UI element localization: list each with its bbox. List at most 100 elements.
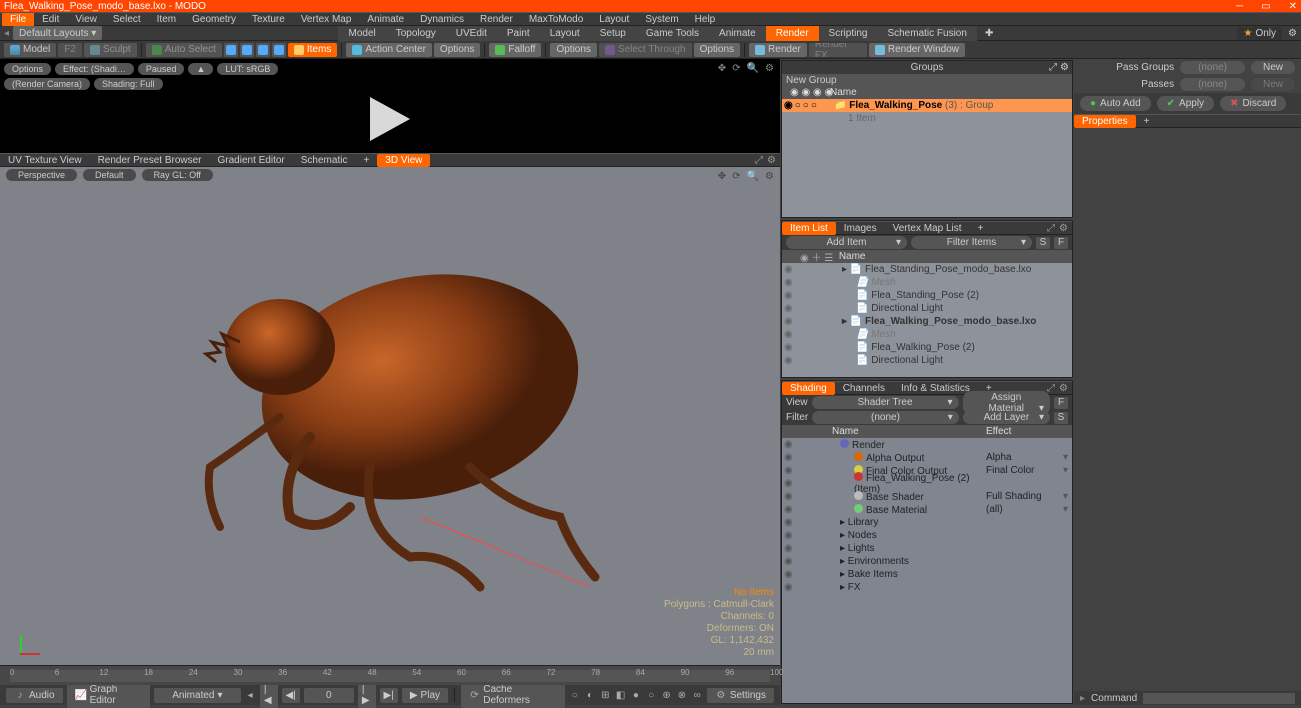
play-icon[interactable] — [370, 97, 410, 141]
rotate-icon[interactable]: ⟳ — [732, 171, 740, 182]
shading-body[interactable]: ◉Render◉Alpha OutputAlpha▾◉Final Color O… — [782, 438, 1072, 703]
layout-tab-uvedit[interactable]: UVEdit — [446, 26, 497, 41]
menu-maxtomodo[interactable]: MaxToModo — [521, 13, 591, 26]
shader-row[interactable]: ◉Flea_Walking_Pose (2) (Item) — [782, 477, 1072, 490]
shader-row[interactable]: ◉▸ Bake Items — [782, 568, 1072, 581]
shader-row[interactable]: ◉Alpha OutputAlpha▾ — [782, 451, 1072, 464]
close-button[interactable]: ✕ — [1289, 1, 1297, 12]
next-frame-button[interactable]: |▶ — [358, 682, 376, 708]
shading-tab[interactable]: Channels — [835, 382, 893, 395]
render-fx-button[interactable]: Render FX — [809, 43, 867, 57]
preview-pill[interactable]: ▲ — [188, 63, 213, 75]
shader-row[interactable]: ◉Base Material(all)▾ — [782, 503, 1072, 516]
menu-vertex-map[interactable]: Vertex Map — [293, 13, 360, 26]
shader-row[interactable]: ◉▸ Library — [782, 516, 1072, 529]
expand-icon[interactable]: ⤢ — [1049, 62, 1057, 73]
play-button[interactable]: ▶ Play — [402, 688, 448, 703]
expand-icon[interactable]: ⤢ — [1047, 223, 1055, 234]
tool-icon[interactable]: ○ — [646, 690, 657, 701]
autoselect-button[interactable]: Auto Select — [146, 43, 222, 57]
itemlist-tab[interactable]: Item List — [782, 222, 836, 235]
shader-row[interactable]: ◉Render — [782, 438, 1072, 451]
tool-icon[interactable]: ● — [630, 690, 641, 701]
zoom-icon[interactable]: 🔍 — [747, 63, 759, 74]
audio-button[interactable]: ♪Audio — [6, 688, 63, 703]
shader-row[interactable]: ◉▸ Nodes — [782, 529, 1072, 542]
options2-button[interactable]: Options — [550, 43, 596, 57]
render-window-button[interactable]: Render Window — [869, 43, 965, 57]
item-row[interactable]: ◉📄 Flea_Standing_Pose (2) — [782, 289, 1072, 302]
add-layer-dropdown[interactable]: Add Layer — [963, 411, 1050, 424]
options-button[interactable]: Options — [434, 43, 480, 57]
component-icon[interactable] — [240, 43, 254, 57]
component-icon[interactable] — [224, 43, 238, 57]
shader-row[interactable]: ◉▸ Lights — [782, 542, 1072, 555]
timeline[interactable]: 06121824303642485460667278849096100 — [0, 665, 780, 685]
viewport-tab[interactable]: + — [355, 154, 377, 167]
passes-select[interactable]: (none) — [1180, 78, 1245, 91]
layout-tab-paint[interactable]: Paint — [497, 26, 540, 41]
new-passgroup-button[interactable]: New — [1251, 61, 1295, 74]
preview-pill[interactable]: LUT: sRGB — [217, 63, 278, 75]
viewport-tab[interactable]: Schematic — [293, 154, 356, 167]
add-layout-icon[interactable]: ✚ — [977, 26, 1001, 41]
select-through-button[interactable]: Select Through — [599, 43, 692, 57]
item-row[interactable]: ◉▸ 📄 Flea_Standing_Pose_modo_base.lxo — [782, 263, 1072, 276]
shader-tree-dropdown[interactable]: Shader Tree — [812, 396, 959, 409]
items-mode-button[interactable]: Items — [288, 43, 337, 57]
layout-tab-setup[interactable]: Setup — [590, 26, 636, 41]
preview-pill[interactable]: Effect: (Shadi… — [55, 63, 134, 75]
settings-button[interactable]: ⚙Settings — [707, 688, 774, 703]
layout-tab-animate[interactable]: Animate — [709, 26, 766, 41]
itemlist-tab[interactable]: Vertex Map List — [885, 222, 970, 235]
cache-deformers-button[interactable]: ⟳Cache Deformers — [461, 682, 565, 708]
viewport-pill[interactable]: Ray GL: Off — [142, 169, 213, 181]
discard-button[interactable]: Discard — [1220, 96, 1286, 111]
component-icon[interactable] — [272, 43, 286, 57]
gear-icon[interactable]: ⚙ — [1060, 62, 1069, 73]
menu-system[interactable]: System — [637, 13, 686, 26]
item-row[interactable]: ◉📄 Mesh — [782, 276, 1072, 289]
tool-icon[interactable]: ◐ — [584, 690, 595, 701]
s-button[interactable]: S — [1036, 237, 1050, 249]
pass-groups-select[interactable]: (none) — [1180, 61, 1245, 74]
layout-tab-layout[interactable]: Layout — [540, 26, 590, 41]
gear-icon[interactable]: ⚙ — [765, 63, 774, 74]
itemlist-tab[interactable]: + — [970, 222, 992, 235]
zoom-icon[interactable]: 🔍 — [747, 171, 759, 182]
maximize-button[interactable]: ▭ — [1261, 1, 1270, 12]
shader-row[interactable]: ◉▸ FX — [782, 581, 1072, 594]
default-layouts-dropdown[interactable]: Default Layouts ▾ — [13, 26, 102, 40]
preview-pill[interactable]: Paused — [138, 63, 185, 75]
menu-dynamics[interactable]: Dynamics — [412, 13, 472, 26]
first-frame-button[interactable]: |◀ — [260, 682, 278, 708]
viewport-pill[interactable]: Default — [83, 169, 136, 181]
item-row[interactable]: ◉📄 Directional Light — [782, 354, 1072, 367]
menu-animate[interactable]: Animate — [359, 13, 412, 26]
shader-row[interactable]: ◉▸ Environments — [782, 555, 1072, 568]
menu-item[interactable]: Item — [149, 13, 184, 26]
viewport-pill[interactable]: Perspective — [6, 169, 77, 181]
menu-render[interactable]: Render — [472, 13, 521, 26]
options3-button[interactable]: Options — [694, 43, 740, 57]
s-button[interactable]: S — [1054, 412, 1068, 424]
group-row[interactable]: ◉○○○ 📁 Flea_Walking_Pose (3) : Group — [782, 99, 1072, 112]
expand-icon[interactable]: ⤢ — [755, 155, 763, 166]
gear-icon[interactable]: ⚙ — [1059, 383, 1068, 394]
layout-tab-topology[interactable]: Topology — [386, 26, 446, 41]
graph-editor-button[interactable]: 📈Graph Editor — [67, 682, 151, 708]
timeline-track[interactable]: 06121824303642485460667278849096100 — [10, 670, 770, 682]
menu-edit[interactable]: Edit — [34, 13, 67, 26]
prev-frame-button[interactable]: ◀| — [282, 688, 300, 703]
preview-pill[interactable]: Options — [4, 63, 51, 75]
new-group-button[interactable]: New Group — [782, 74, 1072, 86]
f2-button[interactable]: F2 — [58, 43, 82, 57]
groups-list[interactable]: ◉○○○ 📁 Flea_Walking_Pose (3) : Group 1 I… — [782, 99, 1072, 217]
new-pass-button[interactable]: New — [1251, 78, 1295, 91]
rotate-icon[interactable]: ⟳ — [732, 63, 740, 74]
menu-view[interactable]: View — [67, 13, 105, 26]
f-button[interactable]: F — [1054, 397, 1068, 409]
filter-items-dropdown[interactable]: Filter Items — [911, 236, 1032, 249]
layout-tab-render[interactable]: Render — [766, 26, 819, 41]
animated-dropdown[interactable]: Animated ▾ — [154, 688, 240, 703]
